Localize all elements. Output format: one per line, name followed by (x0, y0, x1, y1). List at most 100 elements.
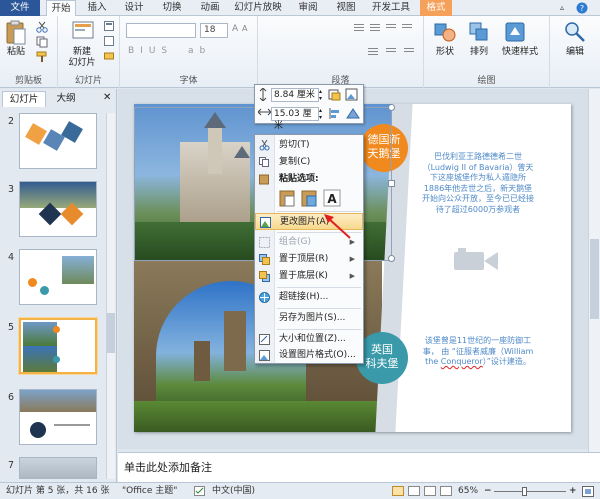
tab-insert[interactable]: 插入 (82, 0, 112, 16)
slide-thumbnail-5[interactable] (19, 318, 97, 374)
paragraph-group: 段落 (258, 16, 424, 88)
theme-name[interactable]: "Office 主题" (122, 483, 177, 499)
menu-item-save-as-picture[interactable]: 另存为图片(S)... (255, 310, 363, 327)
grow-font-icon[interactable]: A (232, 24, 238, 34)
paste-icon[interactable] (6, 20, 26, 46)
menu-label: 另存为图片(S)... (279, 313, 346, 323)
tab-slides[interactable]: 幻灯片 (2, 91, 46, 107)
video-placeholder-icon[interactable] (454, 248, 500, 274)
resize-handle[interactable] (388, 180, 395, 187)
shapes-icon[interactable] (434, 21, 456, 43)
shape-height-input[interactable]: 8.84 厘米 (271, 88, 319, 102)
slideshow-view-icon[interactable] (440, 486, 452, 496)
menu-label: 剪切(T) (279, 140, 310, 150)
paste-keep-source-icon[interactable] (279, 189, 297, 207)
thumbnail-scrollbar[interactable] (106, 113, 115, 479)
corfe-description[interactable]: 该堡曾是11世纪的一座防御工事， 由 “征服者威廉（William the Co… (422, 336, 534, 368)
crop-icon[interactable] (327, 88, 341, 101)
reading-view-icon[interactable] (424, 486, 436, 496)
menu-item-format-picture[interactable]: 设置图片格式(O)... (255, 347, 363, 364)
resize-handle[interactable] (388, 104, 395, 111)
paste-button[interactable]: 粘贴 (2, 47, 30, 58)
tab-animations[interactable]: 动画 (194, 0, 226, 16)
shape-width-input[interactable]: 15.03 厘米 (271, 107, 319, 131)
shrink-font-icon[interactable]: A (242, 24, 247, 33)
paragraph-list-icons[interactable] (354, 22, 418, 34)
arrange-icon[interactable] (468, 21, 490, 43)
slide-thumbnail-3[interactable] (19, 181, 97, 237)
slide-thumbnail-6[interactable] (19, 389, 97, 445)
canvas-scrollbar[interactable] (588, 89, 600, 452)
picture-style-icon[interactable] (345, 88, 359, 101)
tab-developer[interactable]: 开发工具 (368, 0, 414, 16)
menu-label: 超链接(H)... (279, 292, 329, 302)
submenu-arrow-icon: ▶ (349, 255, 355, 263)
corfe-text-part: ）”设计建造。 (482, 357, 531, 366)
paste-text-only-icon[interactable]: A (323, 189, 341, 207)
tab-outline[interactable]: 大纲 (48, 91, 84, 107)
help-icon[interactable]: ? (574, 0, 590, 16)
slide-thumbnail-2[interactable] (19, 113, 97, 169)
tab-review[interactable]: 审阅 (292, 0, 324, 16)
arrange-button[interactable]: 排列 (462, 47, 496, 58)
tab-transitions[interactable]: 切换 (156, 0, 188, 16)
align-icons[interactable] (368, 46, 418, 58)
neuschwanstein-description[interactable]: 巴伐利亚王路德德希二世（Ludwig II of Bavaria）曾天下这座城堡… (422, 152, 534, 215)
quick-styles-icon[interactable] (504, 21, 526, 43)
language-indicator[interactable]: 中文(中国) (212, 483, 255, 499)
menu-item-bring-to-front[interactable]: 置于顶层(R) ▶ (255, 251, 363, 268)
close-panel-icon[interactable]: ✕ (103, 92, 111, 103)
font-name-combo[interactable] (126, 23, 196, 38)
menu-item-paste-options: 粘贴选项: (255, 171, 363, 188)
section-icon[interactable] (104, 51, 114, 61)
menu-item-copy[interactable]: 复制(C) (255, 154, 363, 171)
new-slide-button[interactable]: 新建 幻灯片 (62, 47, 102, 69)
shapes-button[interactable]: 形状 (428, 47, 462, 58)
new-slide-icon[interactable] (72, 20, 94, 44)
notes-pane[interactable]: 单击此处添加备注 (118, 452, 600, 482)
slide-thumbnail-7[interactable] (19, 457, 97, 479)
tab-slideshow[interactable]: 幻灯片放映 (230, 0, 286, 16)
tab-home[interactable]: 开始 (46, 0, 76, 17)
height-spin-arrows[interactable]: ▴ ▾ (319, 88, 322, 102)
tab-format[interactable]: 格式 (420, 0, 452, 16)
slide-sorter-view-icon[interactable] (408, 486, 420, 496)
picture-effects-icon[interactable] (345, 107, 361, 120)
copy-icon[interactable] (36, 36, 48, 48)
font-style-buttons[interactable]: BIUS (128, 46, 173, 56)
zoom-level[interactable]: 65% (458, 483, 478, 499)
zoom-out-button[interactable]: − (484, 483, 492, 499)
menu-item-hyperlink[interactable]: 超链接(H)... (255, 289, 363, 306)
collapse-ribbon-icon[interactable]: ▵ (556, 0, 568, 16)
width-spin-arrows[interactable]: ▴ ▾ (319, 107, 322, 121)
menu-item-size-position[interactable]: 大小和位置(Z)... (255, 331, 363, 348)
quick-styles-button[interactable]: 快速样式 (496, 47, 544, 58)
normal-view-icon[interactable] (392, 486, 404, 496)
fit-to-window-icon[interactable] (582, 486, 594, 497)
reset-icon[interactable] (104, 36, 114, 46)
editing-button[interactable]: 编辑 (554, 47, 596, 58)
resize-handle[interactable] (388, 255, 395, 262)
zoom-slider[interactable] (494, 491, 566, 492)
cut-icon[interactable] (36, 21, 48, 33)
format-painter-icon[interactable] (36, 51, 48, 63)
tab-view[interactable]: 视图 (330, 0, 362, 16)
annotation-arrow-icon (324, 214, 351, 239)
zoom-slider-thumb[interactable] (522, 487, 527, 496)
tab-design[interactable]: 设计 (118, 0, 150, 16)
layout-icon[interactable] (104, 21, 114, 31)
corfe-text-misspelled: Conqueror (440, 357, 483, 366)
find-icon[interactable] (564, 21, 586, 43)
zoom-in-button[interactable]: + (569, 483, 577, 499)
slide-thumbnail-4[interactable] (19, 249, 97, 305)
font-size-combo[interactable]: 18 (200, 23, 228, 38)
menu-item-cut[interactable]: 剪切(T) (255, 137, 363, 154)
spell-check-icon[interactable] (194, 486, 206, 497)
menu-item-send-to-back[interactable]: 置于底层(K) ▶ (255, 268, 363, 285)
ribbon: 粘贴 剪贴板 新建 幻灯片 幻灯片 18 A A BIUS ab 字体 段落 形… (0, 16, 600, 88)
tab-file[interactable]: 文件 (0, 0, 40, 16)
paste-options-row: A (279, 189, 359, 209)
font-extra-buttons[interactable]: ab (188, 46, 211, 56)
align-objects-icon[interactable] (327, 107, 341, 120)
paste-picture-icon[interactable] (301, 189, 319, 207)
